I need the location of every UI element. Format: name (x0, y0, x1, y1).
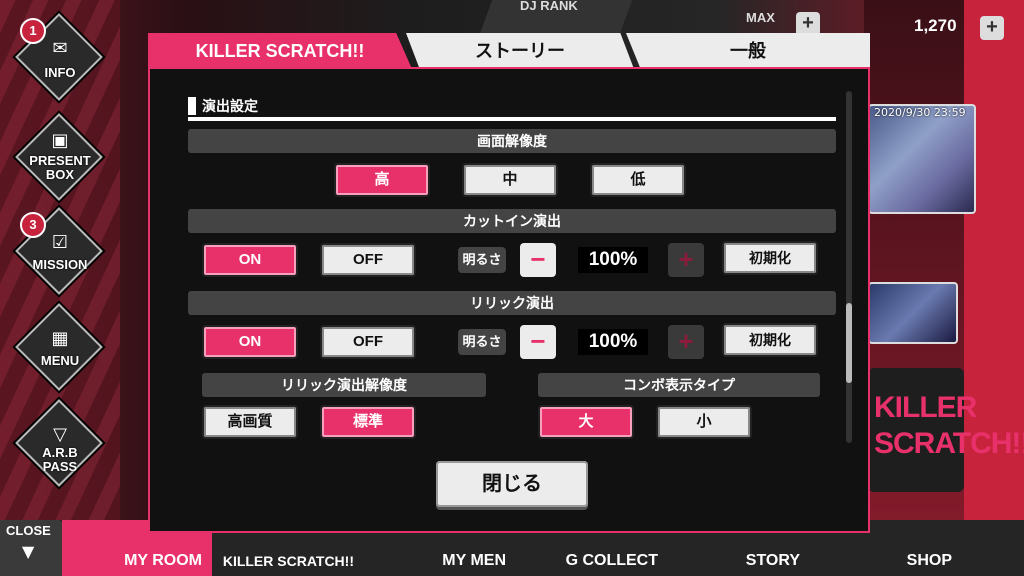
settings-tabs: KILLER SCRATCH!! ストーリー 一般 (148, 33, 870, 69)
lyric-resolution-standard-button[interactable]: 標準 (320, 405, 416, 439)
killer-scratch-banner-text: KILLER SCRATCH!! (874, 391, 1024, 460)
killer-scratch-banner[interactable]: KILLER SCRATCH!! (868, 368, 1024, 492)
close-dialog-button[interactable]: 閉じる (436, 461, 588, 507)
close-nav-label: CLOSE (6, 523, 51, 538)
cutin-minus-button[interactable]: − (520, 243, 556, 277)
resolution-mid-button[interactable]: 中 (462, 163, 558, 197)
cutin-on-button[interactable]: ON (202, 243, 298, 277)
cutin-brightness-value: 100% (578, 247, 648, 273)
side-nav-present-box-label: PRESENT BOX (29, 153, 91, 182)
character-banner-card[interactable] (868, 282, 958, 344)
lyric-off-button[interactable]: OFF (320, 325, 416, 359)
tab-killer-scratch[interactable]: KILLER SCRATCH!! (148, 33, 412, 69)
side-nav-mission[interactable]: ☑ MISSION 3 (15, 207, 103, 295)
info-badge: 1 (20, 18, 46, 44)
grid-icon: ▦ (51, 328, 69, 349)
resolution-high-button[interactable]: 高 (334, 163, 430, 197)
cutin-reset-button[interactable]: 初期化 (722, 241, 818, 275)
nav-g-collect-label: G COLLECT (565, 552, 658, 569)
lyric-resolution-hq-button[interactable]: 高画質 (202, 405, 298, 439)
side-nav-info-label: INFO (44, 65, 76, 80)
side-nav-present-box[interactable]: ▣ PRESENT BOX (15, 113, 103, 201)
side-nav-menu-label: MENU (40, 353, 80, 368)
side-nav-info[interactable]: ✉ INFO 1 (15, 13, 103, 101)
settings-scrollbar[interactable] (846, 91, 852, 443)
lyric-on-button[interactable]: ON (202, 325, 298, 359)
right-red-stripe (964, 0, 1024, 576)
chevron-down-icon: ▼ (22, 542, 35, 561)
settings-scroll-area[interactable]: 演出設定 画面解像度 高 中 低 カットイン演出 ON OFF 明るさ − 10… (188, 91, 836, 443)
lyric-brightness-value: 100% (578, 329, 648, 355)
check-icon: ☑ (51, 232, 69, 253)
mission-badge: 3 (20, 212, 46, 238)
side-nav-arb-pass[interactable]: ▽ A.R.B PASS (15, 399, 103, 487)
combo-small-button[interactable]: 小 (656, 405, 752, 439)
event-banner-card[interactable] (868, 104, 976, 214)
cutin-off-button[interactable]: OFF (320, 243, 416, 277)
gem-plus-button[interactable]: + (980, 16, 1004, 40)
settings-dialog: 演出設定 画面解像度 高 中 低 カットイン演出 ON OFF 明るさ − 10… (148, 67, 870, 533)
lyric-plus-button[interactable]: + (668, 325, 704, 359)
nav-story-label: STORY (745, 552, 800, 569)
lyric-brightness-label: 明るさ (458, 329, 506, 355)
nav-my-room-label: MY ROOM (124, 552, 202, 569)
section-title: 演出設定 (188, 95, 258, 117)
cutin-header: カットイン演出 (188, 209, 836, 233)
side-nav-mission-label: MISSION (32, 257, 88, 272)
stamina-max: MAX (746, 10, 775, 25)
gift-icon: ▣ (51, 130, 69, 151)
gem-count: 1,270 (914, 16, 957, 35)
cutin-plus-button[interactable]: + (668, 243, 704, 277)
tab-story[interactable]: ストーリー (406, 33, 634, 69)
pass-icon: ▽ (53, 424, 67, 445)
event-banner-date: 2020/9/30 23:59 (874, 106, 966, 119)
dj-rank-label: DJ RANK (520, 0, 578, 13)
side-nav-arb-pass-label: A.R.B PASS (42, 445, 78, 474)
nav-my-men-label: MY MEN (442, 552, 506, 569)
nav-shop-label: SHOP (906, 552, 952, 569)
lyric-reset-button[interactable]: 初期化 (722, 323, 818, 357)
combo-type-header: コンボ表示タイプ (538, 373, 820, 397)
side-nav-menu[interactable]: ▦ MENU (15, 303, 103, 391)
lyric-header: リリック演出 (188, 291, 836, 315)
combo-large-button[interactable]: 大 (538, 405, 634, 439)
nav-killer-scratch-label: KILLER SCRATCH!! (222, 553, 354, 569)
close-nav-button[interactable]: CLOSE ▼ (0, 520, 62, 576)
cutin-brightness-label: 明るさ (458, 247, 506, 273)
scrollbar-thumb[interactable] (846, 303, 852, 383)
resolution-low-button[interactable]: 低 (590, 163, 686, 197)
mail-icon: ✉ (52, 38, 68, 59)
section-divider (188, 117, 836, 121)
resolution-header: 画面解像度 (188, 129, 836, 153)
lyric-minus-button[interactable]: − (520, 325, 556, 359)
tab-general[interactable]: 一般 (626, 33, 870, 69)
lyric-resolution-header: リリック演出解像度 (202, 373, 486, 397)
